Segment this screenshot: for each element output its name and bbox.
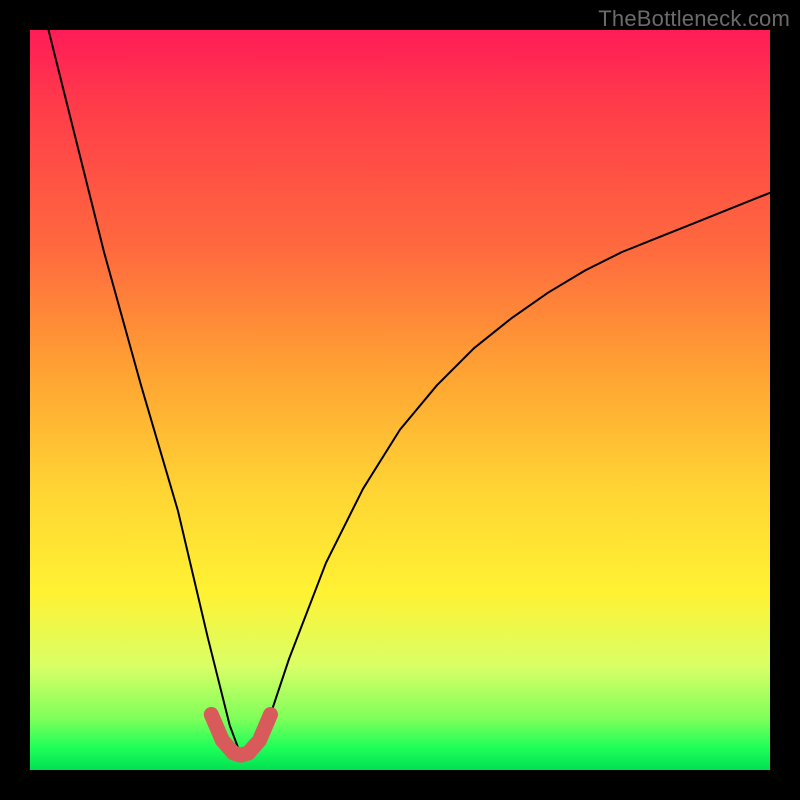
plot-area [30, 30, 770, 770]
bottom-highlight [211, 715, 270, 756]
watermark-text: TheBottleneck.com [598, 6, 790, 32]
chart-frame: TheBottleneck.com [0, 0, 800, 800]
curve-svg [30, 30, 770, 770]
bottleneck-curve [30, 30, 770, 755]
